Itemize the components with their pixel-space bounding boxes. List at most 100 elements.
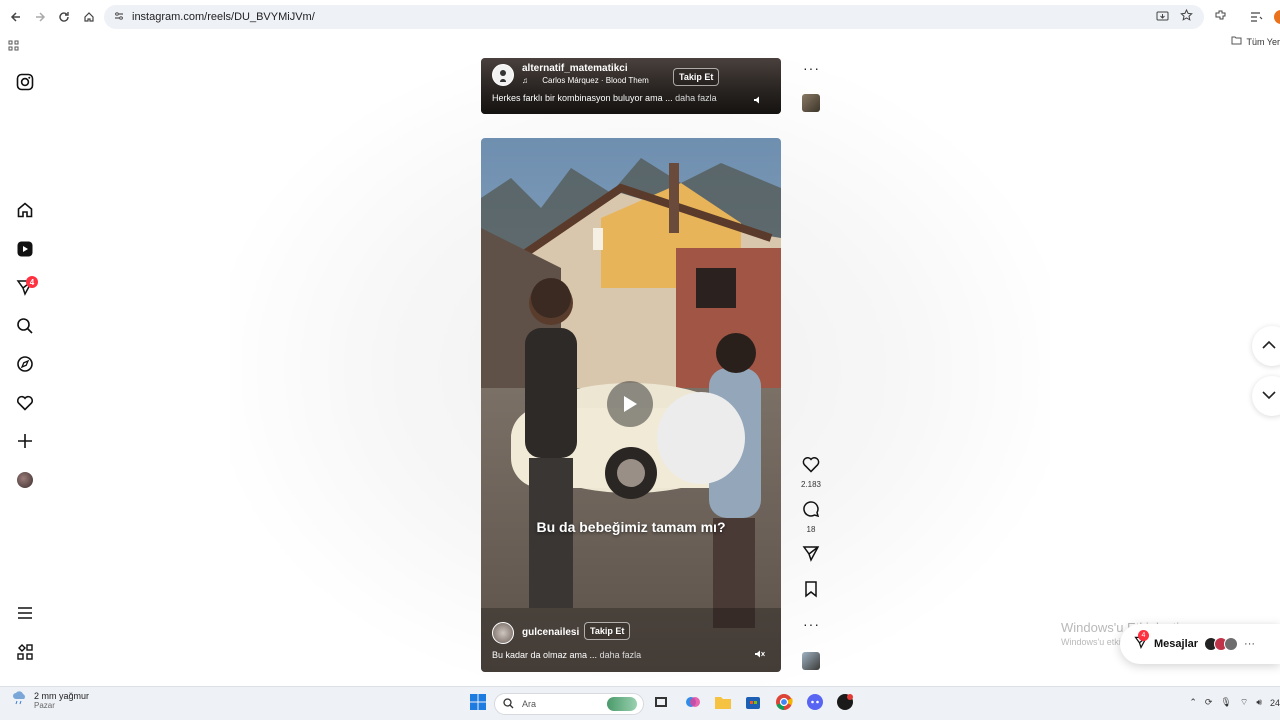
- windows-start-icon[interactable]: [469, 693, 489, 713]
- search-icon: [503, 697, 514, 711]
- all-bookmarks[interactable]: Tüm Yer: [1231, 36, 1280, 47]
- reel-overlay-text: Bu da bebeğimiz tamam mı?: [481, 518, 781, 536]
- caption-more-link[interactable]: daha fazla: [600, 650, 642, 660]
- reel-audio-thumbnail[interactable]: [802, 652, 820, 670]
- reel-more-options-icon[interactable]: ···: [803, 616, 820, 632]
- profile-avatar[interactable]: [1274, 10, 1280, 24]
- wifi-icon[interactable]: ⌔: [1240, 697, 1248, 708]
- instagram-page: 4 alternatif_matematikci ♫ Carlos Márque…: [0, 52, 1280, 686]
- reel-card-current[interactable]: Bu da bebeğimiz tamam mı? gulcenailesi T…: [481, 138, 781, 672]
- avatar: [1224, 637, 1239, 651]
- instagram-sidebar: 4: [0, 52, 50, 686]
- chevron-up-icon[interactable]: ⌃: [1189, 697, 1197, 708]
- search-highlight-image: [607, 697, 637, 711]
- reel-card-previous[interactable]: alternatif_matematikci ♫ Carlos Márquez …: [481, 58, 781, 114]
- save-action[interactable]: [798, 580, 824, 603]
- taskbar-search[interactable]: Ara: [494, 693, 644, 715]
- create-plus-icon[interactable]: [14, 430, 36, 452]
- chevron-up-icon: [1262, 337, 1276, 355]
- install-app-icon[interactable]: [1156, 10, 1169, 28]
- reel-audio-thumbnail[interactable]: [802, 94, 820, 112]
- bookmarks-folder-label: Tüm Yer: [1246, 36, 1280, 47]
- messages-badge: 4: [1138, 630, 1149, 641]
- more-menu-icon[interactable]: [14, 602, 36, 624]
- volume-icon[interactable]: 🔊︎: [1256, 697, 1262, 708]
- reel-music-info[interactable]: ♫ Carlos Márquez · Blood Them: [522, 76, 649, 85]
- home-nav-icon[interactable]: [14, 199, 36, 221]
- weather-widget[interactable]: 2 mm yağmur Pazar: [12, 691, 89, 710]
- microsoft-store-icon[interactable]: [744, 693, 764, 713]
- microphone-icon[interactable]: 🎙︎: [1220, 697, 1231, 708]
- home-icon[interactable]: [77, 5, 101, 29]
- share-send-icon[interactable]: [802, 544, 820, 567]
- like-heart-icon[interactable]: [802, 456, 820, 478]
- reel-author-avatar[interactable]: [492, 64, 514, 86]
- file-explorer-icon[interactable]: [714, 693, 734, 713]
- rain-cloud-icon: [12, 691, 28, 710]
- next-reel-button[interactable]: [1252, 376, 1280, 416]
- reel-author-username[interactable]: gulcenailesi: [522, 627, 579, 638]
- address-bar[interactable]: instagram.com/reels/DU_BVYMiJVm/: [104, 5, 1204, 29]
- profile-nav-avatar[interactable]: [14, 469, 36, 491]
- task-view-icon[interactable]: [652, 693, 672, 713]
- bookmarks-bar: Tüm Yer: [0, 34, 1280, 52]
- also-from-meta-icon[interactable]: [14, 641, 36, 663]
- browser-toolbar: instagram.com/reels/DU_BVYMiJVm/: [0, 0, 1280, 34]
- weather-text: 2 mm yağmur: [34, 691, 90, 701]
- reels-nav-icon[interactable]: [14, 238, 36, 260]
- chrome-icon[interactable]: [775, 693, 795, 713]
- reel-caption[interactable]: Bu kadar da olmaz ama ... daha fazla: [492, 650, 641, 660]
- weather-day: Pazar: [34, 701, 55, 710]
- like-action[interactable]: 2.183: [798, 456, 824, 489]
- follow-button[interactable]: Takip Et: [673, 68, 720, 86]
- mute-icon[interactable]: [754, 646, 765, 664]
- extensions-icon[interactable]: [1214, 9, 1227, 27]
- messages-label: Mesajlar: [1154, 638, 1199, 650]
- overlay-caption: Bu da bebeğimiz tamam mı?: [536, 519, 726, 535]
- app-icon[interactable]: [836, 693, 856, 713]
- comment-action[interactable]: 18: [798, 500, 824, 534]
- like-count: 2.183: [800, 480, 822, 489]
- clock-text[interactable]: 24: [1270, 698, 1280, 708]
- reel-caption-text: Herkes farklı bir kombinasyon buluyor am…: [492, 93, 673, 103]
- reel-caption-text: Bu kadar da olmaz ama ...: [492, 650, 598, 660]
- forward-icon[interactable]: [28, 5, 52, 29]
- sync-icon[interactable]: ⟳: [1205, 697, 1213, 708]
- bookmark-star-icon[interactable]: [1180, 8, 1193, 27]
- audio-icon[interactable]: [753, 92, 763, 110]
- explore-nav-icon[interactable]: [14, 353, 36, 375]
- site-info-icon[interactable]: [114, 8, 124, 26]
- notifications-heart-icon[interactable]: [14, 392, 36, 414]
- reel-author-username[interactable]: alternatif_matematikci: [522, 63, 628, 74]
- reel-author-avatar[interactable]: [492, 622, 514, 644]
- windows-taskbar: 2 mm yağmur Pazar Ara ⌃ ⟳ 🎙︎ ⌔ 🔊︎ 24: [0, 686, 1280, 720]
- reading-list-icon[interactable]: [1250, 10, 1263, 28]
- copilot-icon[interactable]: [684, 693, 704, 713]
- previous-reel-button[interactable]: [1252, 326, 1280, 366]
- search-nav-icon[interactable]: [14, 315, 36, 337]
- recent-chat-avatars: [1204, 637, 1239, 651]
- url-text[interactable]: instagram.com/reels/DU_BVYMiJVm/: [132, 11, 315, 23]
- search-placeholder: Ara: [522, 699, 537, 709]
- reel-caption[interactable]: Herkes farklı bir kombinasyon buluyor am…: [492, 93, 717, 103]
- back-icon[interactable]: [4, 5, 28, 29]
- system-tray: ⌃ ⟳ 🎙︎ ⌔ 🔊︎ 24: [1189, 697, 1280, 708]
- messages-floating-button[interactable]: 4 Mesajlar ···: [1120, 624, 1280, 664]
- caption-more-link[interactable]: daha fazla: [675, 93, 717, 103]
- music-note-icon: ♫: [522, 76, 528, 85]
- reload-icon[interactable]: [52, 5, 76, 29]
- comment-bubble-icon[interactable]: [802, 500, 820, 523]
- bookmark-save-icon[interactable]: [803, 580, 819, 603]
- share-action[interactable]: [798, 544, 824, 567]
- folder-icon: [1231, 36, 1242, 47]
- discord-icon[interactable]: [806, 693, 826, 713]
- play-button[interactable]: [607, 381, 653, 427]
- messages-more-icon[interactable]: ···: [1244, 638, 1255, 650]
- instagram-logo-icon[interactable]: [14, 71, 36, 93]
- reel-more-options-icon[interactable]: ···: [803, 60, 820, 76]
- comment-count: 18: [806, 525, 816, 534]
- messages-badge: 4: [26, 276, 38, 288]
- follow-button[interactable]: Takip Et: [584, 622, 631, 640]
- reel-music-text: Carlos Márquez · Blood Them: [542, 76, 649, 85]
- chevron-down-icon: [1262, 387, 1276, 405]
